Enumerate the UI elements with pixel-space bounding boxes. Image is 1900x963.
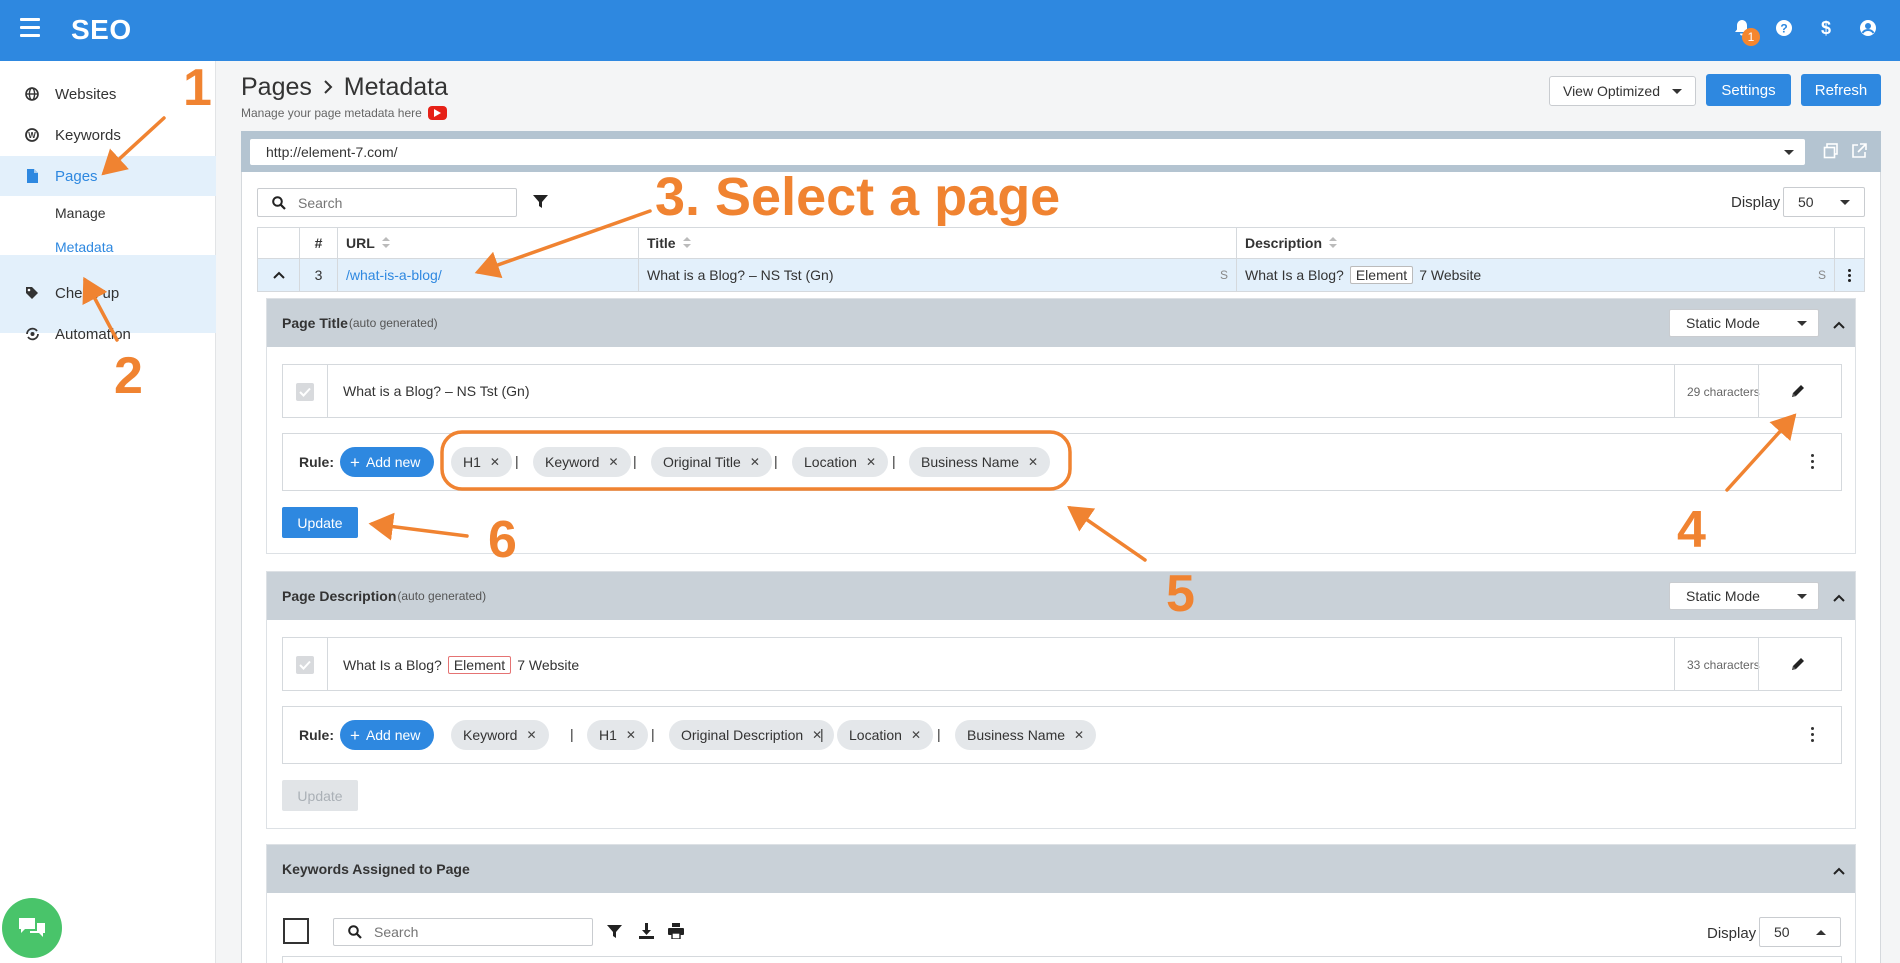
annotation-6: 6 [488, 511, 517, 569]
annotation-arrow-6 [368, 512, 469, 541]
annotation-arrow-3 [474, 209, 652, 279]
annotation-arrow-5 [1067, 506, 1147, 562]
annotation-2: 2 [114, 347, 143, 405]
annotation-arrow-4 [1725, 413, 1797, 492]
annotation-4: 4 [1677, 501, 1706, 559]
annotation-overlay [82, 116, 1797, 562]
annotation-1: 1 [183, 59, 212, 117]
annotation-arrow-1 [101, 116, 166, 176]
annotation-3: 3. Select a page [655, 167, 1061, 227]
annotation-5: 5 [1166, 565, 1195, 623]
annotation-rule-highlight [440, 430, 1072, 491]
annotation-arrow-2 [82, 276, 119, 342]
